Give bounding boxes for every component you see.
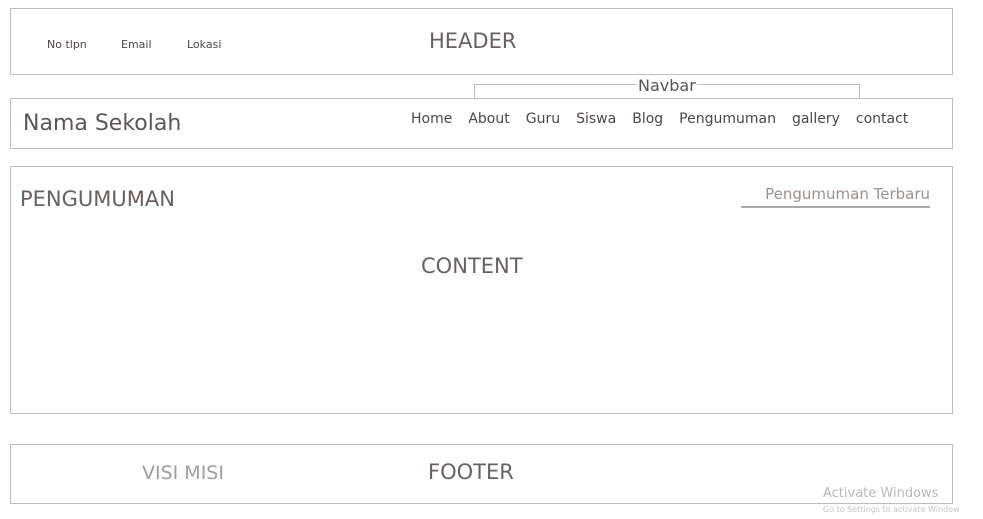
activation-watermark-subtitle: Go to Settings to activate Window: [823, 505, 960, 514]
content-label: CONTENT: [421, 254, 523, 278]
nav-item-home[interactable]: Home: [411, 110, 452, 130]
footer-label: FOOTER: [428, 460, 514, 484]
latest-announcements-link[interactable]: Pengumuman Terbaru: [741, 185, 930, 208]
nav-item-about[interactable]: About: [468, 110, 509, 130]
school-name[interactable]: Nama Sekolah: [23, 111, 181, 136]
nav-menu: Home About Guru Siswa Blog Pengumuman ga…: [411, 110, 908, 130]
activation-watermark-title: Activate Windows: [823, 486, 939, 501]
nav-item-contact[interactable]: contact: [856, 110, 908, 130]
header-label: HEADER: [429, 29, 517, 53]
nav-item-siswa[interactable]: Siswa: [576, 110, 616, 130]
contact-phone-label: No tlpn: [47, 38, 87, 51]
nav-item-pengumuman[interactable]: Pengumuman: [679, 110, 776, 130]
footer-visi-misi: VISI MISI: [142, 462, 224, 484]
navbar-annotation-label: Navbar: [637, 76, 697, 95]
section-title: PENGUMUMAN: [20, 187, 175, 211]
nav-item-blog[interactable]: Blog: [632, 110, 663, 130]
contact-location-label: Lokasi: [187, 38, 222, 51]
nav-item-gallery[interactable]: gallery: [792, 110, 840, 130]
nav-item-guru[interactable]: Guru: [526, 110, 560, 130]
contact-email-label: Email: [121, 38, 152, 51]
